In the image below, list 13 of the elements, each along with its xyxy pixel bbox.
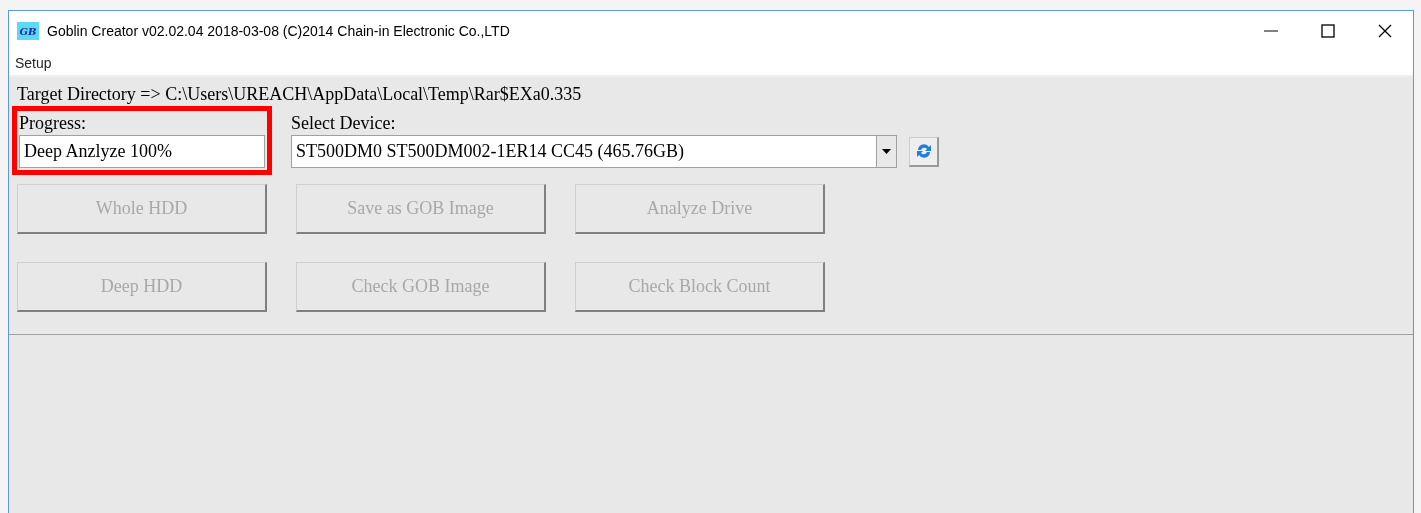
maximize-icon xyxy=(1320,24,1335,38)
app-logo: GB xyxy=(17,22,39,40)
window-title: Goblin Creator v02.02.04 2018-03-08 (C)2014 Chain-in Electronic Co.,LTD xyxy=(47,21,510,41)
progress-label: Progress: xyxy=(19,112,87,135)
menu-item[interactable]: Setup xyxy=(15,52,52,74)
progress-field[interactable]: Deep Anzlyze 100% xyxy=(19,135,265,168)
refresh-button[interactable] xyxy=(909,136,939,167)
close-icon xyxy=(1377,24,1392,38)
refresh-icon xyxy=(914,142,933,160)
device-dropdown[interactable]: ST500DM0 ST500DM002-1ER14 CC45 (465.76GB) xyxy=(291,135,897,168)
caret-icon xyxy=(882,149,891,154)
select-device-label: Select Device: xyxy=(291,112,397,135)
target-directory-label: Target Directory => C:\Users\UREACH\AppData\Local\Temp\Rar$EXa0.335 xyxy=(17,83,583,105)
